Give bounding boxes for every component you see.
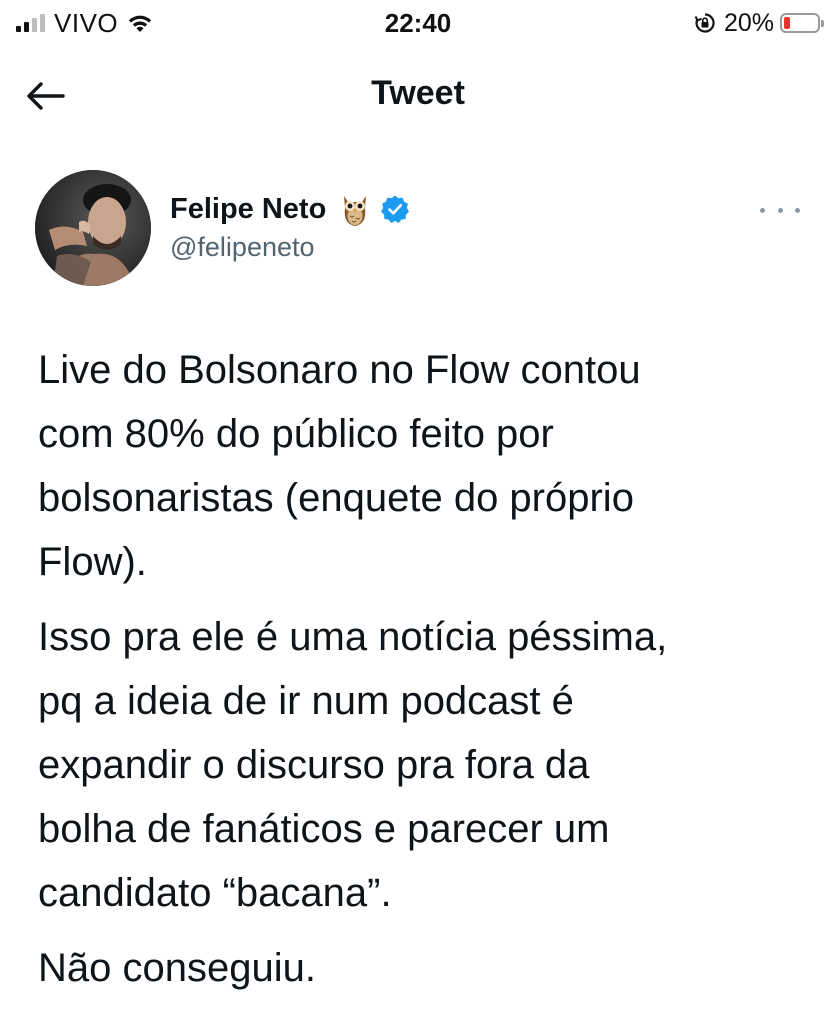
tweet-line: bolha de fanáticos e parecer um: [38, 807, 610, 851]
tweet-line: candidato “bacana”.: [38, 871, 392, 915]
verified-badge-icon: [381, 195, 410, 223]
author-name[interactable]: Felipe Neto: [170, 193, 326, 226]
battery-fill: [784, 17, 790, 29]
tweet-paragraph: Isso pra ele é uma notícia péssima, pq a…: [38, 605, 818, 925]
author-name-row: Felipe Neto: [170, 188, 410, 230]
tweet-line: pq a ideia de ir num podcast é: [38, 679, 574, 723]
orientation-lock-icon: [694, 13, 715, 33]
tweet-line: Não conseguiu.: [38, 946, 316, 990]
tweet-line: expandir o discurso pra fora da: [38, 743, 590, 787]
tweet-paragraph: Não conseguiu.: [38, 936, 818, 1000]
avatar-image: [35, 170, 151, 286]
more-options-button[interactable]: [760, 200, 800, 220]
tweet-line: Live do Bolsonaro no Flow contou: [38, 348, 641, 392]
tweet-text: Live do Bolsonaro no Flow contou com 80%…: [38, 338, 818, 1011]
more-options-icon: [760, 207, 765, 213]
page-title: Tweet: [371, 74, 465, 112]
avatar[interactable]: [35, 170, 151, 286]
author-handle[interactable]: @felipeneto: [170, 232, 315, 263]
status-bar-right: 20%: [694, 8, 824, 38]
tweet-line: Isso pra ele é uma notícia péssima,: [38, 615, 668, 659]
nav-header: Tweet: [0, 60, 836, 130]
battery-percentage: 20%: [723, 8, 774, 37]
battery-icon: [780, 13, 824, 33]
tweet-paragraph: Live do Bolsonaro no Flow contou com 80%…: [38, 338, 818, 594]
tweet-line: Flow).: [38, 540, 147, 584]
owl-icon: [344, 196, 367, 226]
tweet-line: bolsonaristas (enquete do próprio: [38, 476, 634, 520]
tweet-line: com 80% do público feito por: [38, 412, 554, 456]
status-bar: VIVO 22:40 20%: [0, 0, 836, 48]
